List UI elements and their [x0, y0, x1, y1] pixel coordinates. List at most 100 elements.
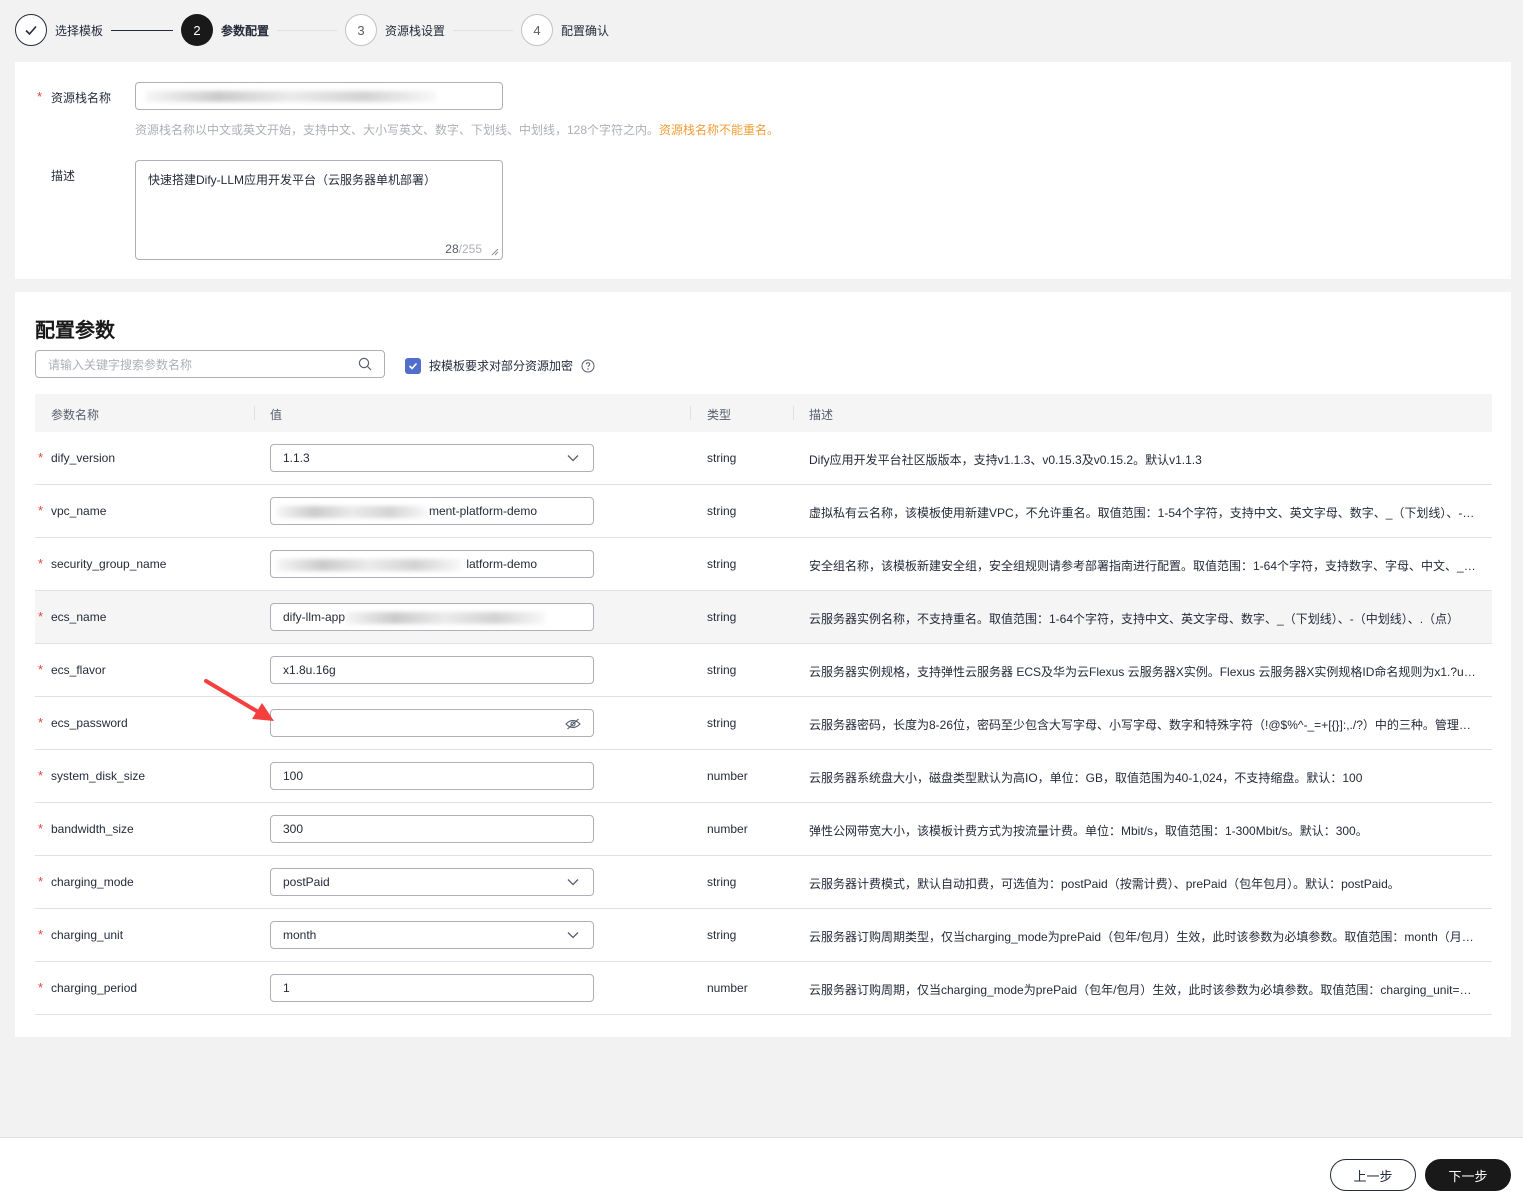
- param-type: string: [707, 875, 737, 889]
- check-icon: [15, 14, 47, 46]
- column-header-desc: 描述: [809, 408, 834, 422]
- param-type: number: [707, 981, 748, 995]
- charging-mode-select[interactable]: postPaid: [270, 868, 594, 896]
- column-header-name: 参数名称: [51, 408, 100, 422]
- blurred-value: [345, 612, 545, 624]
- param-desc: 弹性公网带宽大小，该模板计费方式为按流量计费。单位：Mbit/s，取值范围：1-…: [809, 824, 1368, 838]
- param-name: * charging_unit: [38, 927, 124, 942]
- char-counter: 28/255: [445, 242, 482, 256]
- step-select-template[interactable]: 选择模板: [15, 14, 103, 46]
- param-search-input[interactable]: 请输入关键字搜索参数名称: [35, 350, 385, 378]
- step-number: 3: [345, 14, 378, 46]
- table-row: * system_disk_size 100 number 云服务器系统盘大小，磁…: [35, 750, 1492, 803]
- param-name: * charging_period: [38, 980, 138, 995]
- description-label: 描述: [51, 169, 76, 183]
- stack-name-hint: 资源栈名称以中文或英文开始，支持中文、大小写英文、数字、下划线、中划线，128个…: [135, 123, 780, 137]
- column-separator: [254, 406, 255, 420]
- param-type: string: [707, 504, 737, 518]
- step-connector: [453, 29, 514, 31]
- param-desc: Dify应用开发平台社区版版本，支持v1.1.3、v0.15.3及v0.15.2…: [809, 453, 1202, 467]
- param-desc: 安全组名称，该模板新建安全组，安全组规则请参考部署指南进行配置。取值范围：1-6…: [809, 559, 1479, 573]
- param-desc: 云服务器订购周期，仅当charging_mode为prePaid（包年/包月）生…: [809, 983, 1479, 997]
- step-connector: [277, 29, 338, 31]
- step-number: 4: [521, 14, 554, 46]
- encrypt-label: 按模板要求对部分资源加密: [429, 359, 574, 373]
- annotation-arrow-icon: [204, 679, 274, 721]
- param-desc: 云服务器系统盘大小，磁盘类型默认为高IO，单位：GB，取值范围为40-1,024…: [809, 771, 1363, 785]
- system-disk-size-input[interactable]: 100: [270, 762, 594, 790]
- table-row: * vpc_name ment-platform-demo string 虚拟私有…: [35, 485, 1492, 538]
- step-label: 配置确认: [561, 23, 610, 38]
- prev-step-button[interactable]: 上一步: [1330, 1159, 1416, 1191]
- param-type: string: [707, 663, 737, 677]
- param-name: * bandwidth_size: [38, 821, 134, 836]
- footer-bar: 上一步 下一步: [0, 1137, 1523, 1201]
- resize-handle-icon[interactable]: [491, 248, 499, 256]
- stack-name-input[interactable]: [135, 82, 503, 110]
- description-value: 快速搭建Dify-LLM应用开发平台（云服务器单机部署）: [148, 173, 437, 187]
- table-row: * ecs_name dify-llm-app string 云服务器实例名称，不…: [35, 591, 1492, 644]
- step-label: 选择模板: [55, 23, 104, 38]
- description-textarea[interactable]: 快速搭建Dify-LLM应用开发平台（云服务器单机部署） 28/255: [135, 160, 503, 260]
- param-name: * dify_version: [38, 450, 116, 465]
- checkmark-icon: [408, 362, 418, 370]
- stack-name-warning: 资源栈名称不能重名。: [659, 123, 780, 137]
- param-desc: 云服务器密码，长度为8-26位，密码至少包含大写字母、小写字母、数字和特殊字符（…: [809, 718, 1479, 732]
- dify-version-select[interactable]: 1.1.3: [270, 444, 594, 472]
- encrypt-option: 按模板要求对部分资源加密: [405, 357, 595, 374]
- param-name: * security_group_name: [38, 556, 167, 571]
- ecs-flavor-input[interactable]: x1.8u.16g: [270, 656, 594, 684]
- table-row: * charging_period 1 number 云服务器订购周期，仅当cha…: [35, 962, 1492, 1015]
- security-group-name-input[interactable]: latform-demo: [270, 550, 594, 578]
- step-label: 参数配置: [221, 23, 270, 38]
- param-desc: 云服务器实例规格，支持弹性云服务器 ECS及华为云Flexus 云服务器X实例。…: [809, 665, 1479, 679]
- column-separator: [793, 406, 794, 420]
- charging-unit-select[interactable]: month: [270, 921, 594, 949]
- search-icon[interactable]: [358, 357, 372, 371]
- table-header: 参数名称 值 类型 描述: [35, 394, 1492, 432]
- basic-info-panel: * 资源栈名称 资源栈名称以中文或英文开始，支持中文、大小写英文、数字、下划线、…: [15, 62, 1511, 279]
- charging-period-input[interactable]: 1: [270, 974, 594, 1002]
- table-row: * bandwidth_size 300 number 弹性公网带宽大小，该模板计…: [35, 803, 1492, 856]
- table-row: * security_group_name latform-demo string…: [35, 538, 1492, 591]
- step-connector: [111, 29, 174, 31]
- next-step-button[interactable]: 下一步: [1425, 1159, 1511, 1191]
- step-number: 2: [181, 14, 214, 46]
- param-desc: 云服务器订购周期类型，仅当charging_mode为prePaid（包年/包月…: [809, 930, 1479, 944]
- required-mark: *: [37, 89, 43, 104]
- table-row: * charging_mode postPaid string 云服务器计费模式，…: [35, 856, 1492, 909]
- bandwidth-size-input[interactable]: 300: [270, 815, 594, 843]
- param-type: string: [707, 928, 737, 942]
- step-confirm: 4 配置确认: [521, 14, 609, 46]
- blurred-value: [277, 559, 461, 571]
- column-separator: [690, 406, 691, 420]
- table-row: * charging_unit month string 云服务器订购周期类型，仅…: [35, 909, 1492, 962]
- param-type: number: [707, 822, 748, 836]
- param-name: * charging_mode: [38, 874, 134, 889]
- stepper: 选择模板 2 参数配置 3 资源栈设置 4 配置确认: [15, 13, 609, 47]
- param-name: * ecs_flavor: [38, 662, 106, 677]
- chevron-down-icon: [567, 879, 579, 886]
- stack-name-label: 资源栈名称: [51, 91, 112, 105]
- blurred-value: [146, 91, 436, 102]
- param-name: * system_disk_size: [38, 768, 146, 783]
- param-type: string: [707, 557, 737, 571]
- encrypt-checkbox[interactable]: [405, 357, 421, 374]
- table-row: * dify_version 1.1.3 string Dify应用开发平台社区版…: [35, 432, 1492, 485]
- section-title: 配置参数: [35, 320, 115, 342]
- param-desc: 云服务器实例名称，不支持重名。取值范围：1-64个字符，支持中文、英文字母、数字…: [809, 612, 1460, 626]
- config-params-panel: 配置参数 请输入关键字搜索参数名称 按模板要求对部分资源加密 参数名称 值 类型…: [15, 292, 1511, 1037]
- step-param-config: 2 参数配置: [181, 14, 269, 46]
- column-header-value: 值: [270, 408, 283, 422]
- param-name: * ecs_password: [38, 715, 128, 730]
- chevron-down-icon: [567, 455, 579, 462]
- vpc-name-input[interactable]: ment-platform-demo: [270, 497, 594, 525]
- ecs-name-input[interactable]: dify-llm-app: [270, 603, 594, 631]
- help-icon[interactable]: [581, 359, 595, 373]
- chevron-down-icon: [567, 932, 579, 939]
- eye-hidden-icon[interactable]: [565, 718, 581, 730]
- step-stack-settings: 3 资源栈设置: [345, 14, 445, 46]
- blurred-value: [277, 506, 427, 518]
- ecs-password-input[interactable]: [270, 709, 594, 737]
- param-type: string: [707, 716, 737, 730]
